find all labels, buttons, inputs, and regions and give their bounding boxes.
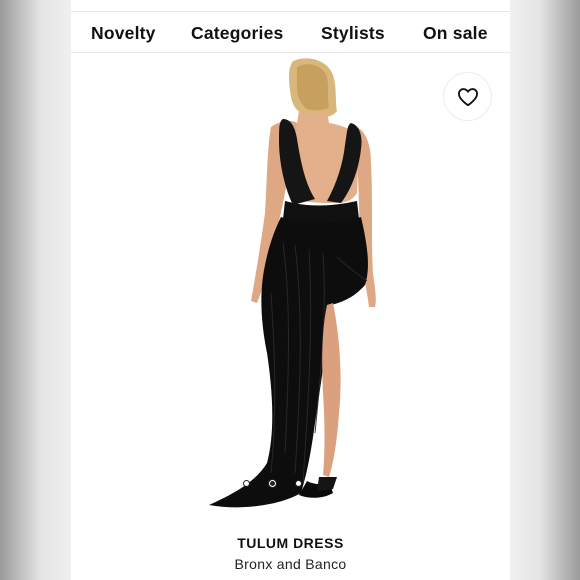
- product-brand[interactable]: Bronx and Banco: [71, 556, 510, 572]
- app-screen: Novelty Categories Stylists On sale TULU…: [71, 0, 510, 580]
- nav-item-stylists[interactable]: Stylists: [321, 23, 385, 44]
- nav-item-categories[interactable]: Categories: [191, 23, 283, 44]
- product-image[interactable]: [71, 53, 510, 523]
- product-title: TULUM DRESS: [237, 535, 344, 551]
- carousel-dot[interactable]: [295, 479, 302, 487]
- carousel-dot-active[interactable]: [269, 479, 276, 487]
- category-nav: Novelty Categories Stylists On sale: [71, 12, 510, 53]
- nav-item-on-sale[interactable]: On sale: [423, 23, 488, 44]
- nav-item-novelty[interactable]: Novelty: [91, 23, 156, 44]
- carousel-indicator: [243, 477, 313, 489]
- heart-icon: [457, 87, 478, 106]
- favorite-button[interactable]: [443, 72, 492, 121]
- carousel-dot[interactable]: [243, 479, 250, 487]
- top-divider: [71, 0, 510, 12]
